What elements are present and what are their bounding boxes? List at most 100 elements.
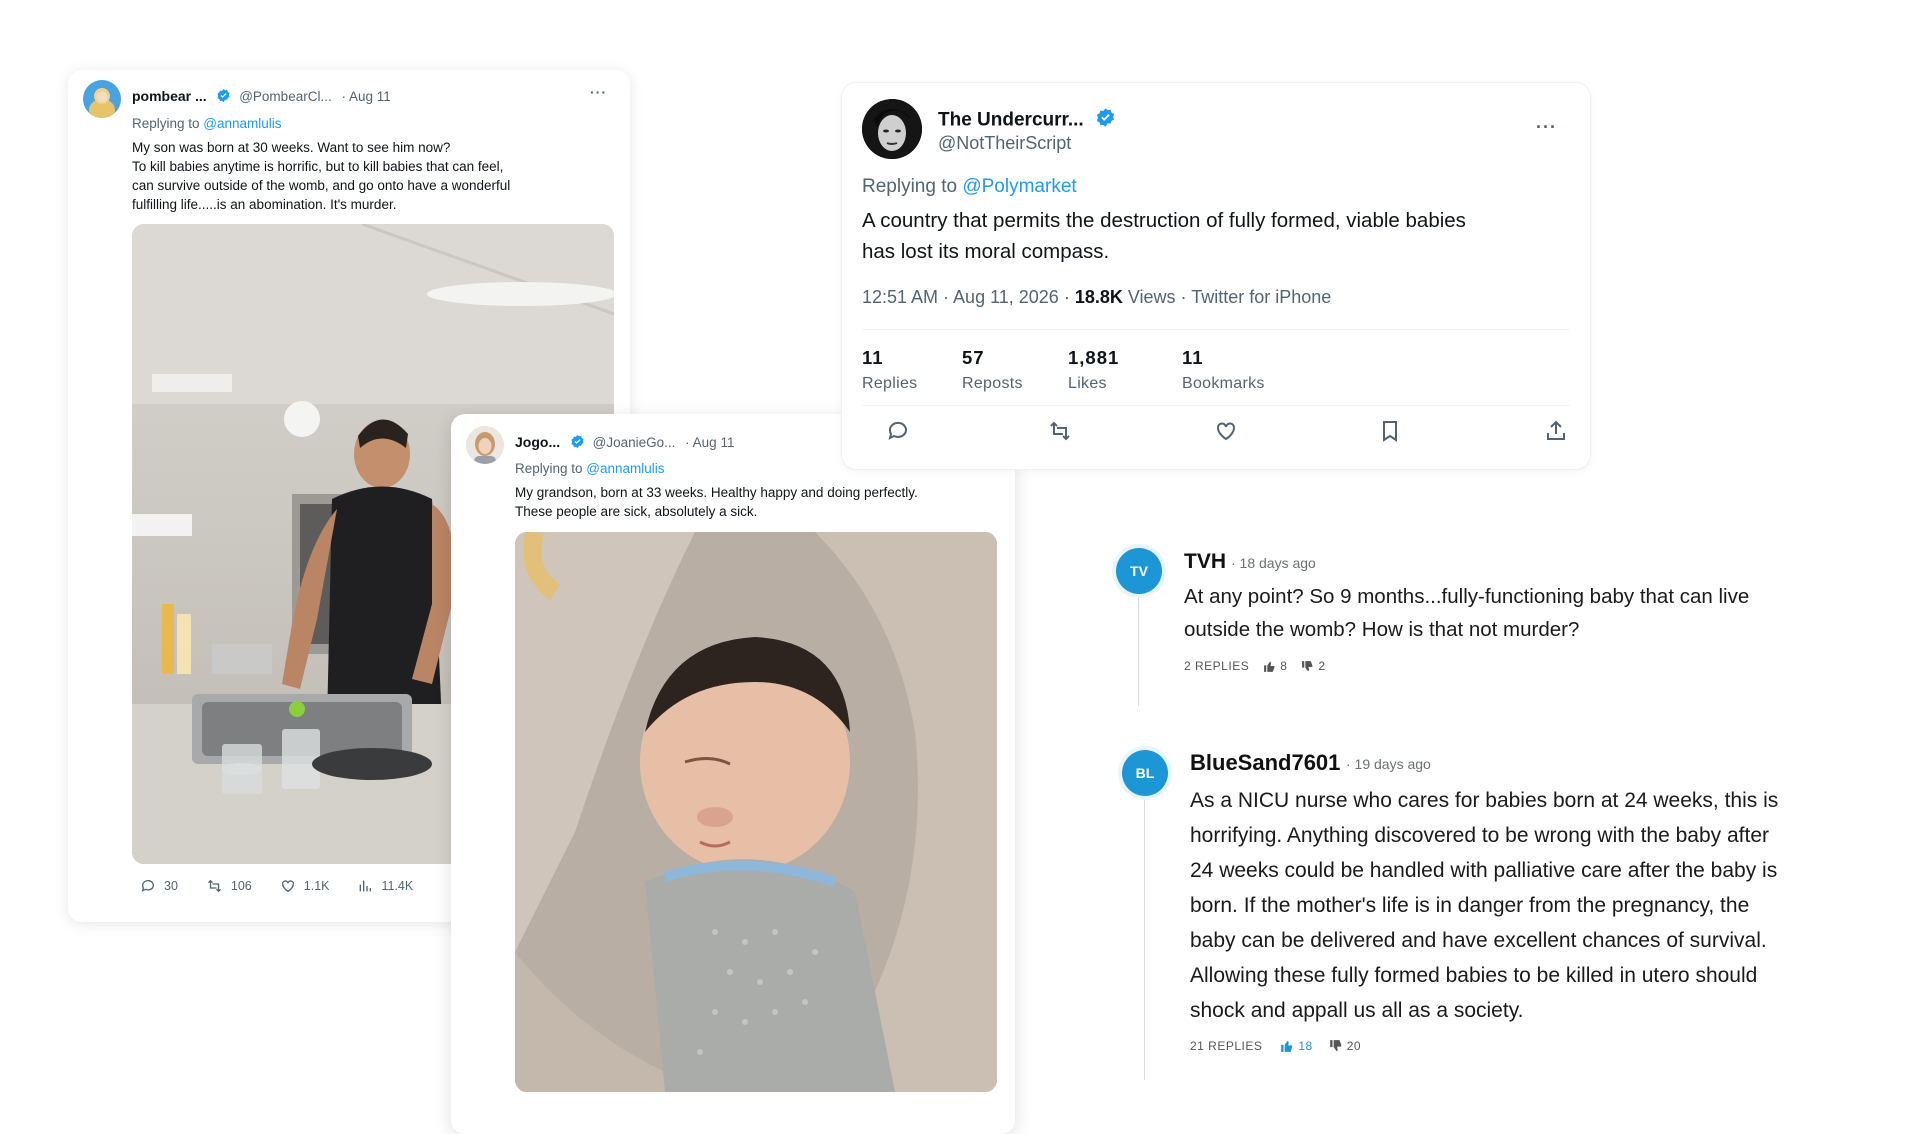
- text-line: At any point? So 9 months...fully-functi…: [1184, 585, 1750, 608]
- commenter-name[interactable]: TVH: [1184, 550, 1226, 574]
- tweet-text: My grandson, born at 33 weeks. Healthy h…: [515, 483, 995, 521]
- views-count: 18.8K: [1074, 287, 1123, 307]
- stat-number: 11: [862, 347, 884, 368]
- text-line: fulfilling life.....is an abomination. I…: [132, 197, 397, 212]
- downvote-count: 2: [1318, 659, 1326, 673]
- repost-count: 106: [230, 879, 252, 893]
- avatar-undercurrent[interactable]: [862, 99, 922, 159]
- heart-icon: [281, 880, 294, 893]
- bookmark-icon[interactable]: [1378, 419, 1402, 448]
- avatar-pombear[interactable]: [83, 80, 121, 118]
- replies-link[interactable]: 2 REPLIES: [1184, 659, 1249, 673]
- tweet-text: My son was born at 30 weeks. Want to see…: [132, 138, 602, 214]
- author-handle[interactable]: @NotTheirScript: [938, 133, 1071, 154]
- reply-icon[interactable]: [886, 419, 910, 448]
- stat-likes[interactable]: 1,881 Likes: [1068, 347, 1119, 393]
- tweet-date: · Aug 11: [341, 89, 391, 104]
- text-line: These people are sick, absolutely a sick…: [515, 504, 758, 519]
- replying-label: Replying to: [132, 116, 204, 131]
- thumbs-down-icon: [1302, 660, 1313, 671]
- text-line: can survive outside of the womb, and go …: [132, 178, 511, 193]
- text-line: born. If the mother's life is in danger …: [1190, 894, 1750, 917]
- commenter-name[interactable]: BlueSand7601: [1190, 750, 1340, 776]
- downvote-button[interactable]: 2: [1301, 659, 1325, 673]
- thumbs-up-icon: [1281, 1040, 1293, 1052]
- downvote-count: 20: [1346, 1039, 1362, 1053]
- upvote-button[interactable]: 18: [1280, 1039, 1312, 1053]
- stat-reposts[interactable]: 57 Reposts: [962, 347, 1023, 393]
- tweet-date: · Aug 11: [685, 435, 735, 450]
- replying-label: Replying to: [862, 176, 963, 197]
- avatar-bluesand[interactable]: BL: [1122, 750, 1168, 796]
- views-button[interactable]: 11.4K: [357, 878, 413, 894]
- text-line: horrifying. Anything discovered to be wr…: [1190, 824, 1769, 847]
- stat-number: 11: [1182, 347, 1204, 368]
- comment-text: At any point? So 9 months...fully-functi…: [1184, 580, 1804, 646]
- author-handle[interactable]: @PombearCl...: [239, 89, 331, 104]
- text-line: To kill babies anytime is horrific, but …: [132, 159, 504, 174]
- like-button[interactable]: 1.1K: [280, 878, 330, 894]
- stat-bookmarks[interactable]: 11 Bookmarks: [1182, 347, 1265, 393]
- tweet-timestamp[interactable]: 12:51 AM · Aug 11, 2026 ·: [862, 287, 1075, 307]
- replying-to-link[interactable]: @annamlulis: [203, 116, 281, 131]
- comment-time: · 18 days ago: [1231, 555, 1316, 571]
- text-line: 24 weeks could be handled with palliativ…: [1190, 859, 1778, 882]
- tweet-photo-sleeping-baby[interactable]: [515, 532, 997, 1092]
- stat-replies[interactable]: 11 Replies: [862, 347, 917, 393]
- stat-label: Reposts: [962, 375, 1023, 392]
- text-line: My grandson, born at 33 weeks. Healthy h…: [515, 485, 918, 500]
- author-name[interactable]: Jogo...: [515, 434, 560, 450]
- views-chart-icon: [360, 880, 372, 892]
- replies-link[interactable]: 21 REPLIES: [1190, 1039, 1262, 1053]
- replying-to-link[interactable]: @annamlulis: [586, 461, 664, 476]
- text-line: outside the womb? How is that not murder…: [1184, 618, 1580, 641]
- text-line: My son was born at 30 weeks. Want to see…: [132, 140, 451, 155]
- comment-meta: 2 REPLIES 8 2: [1184, 659, 1326, 673]
- text-line: shock and appall us all as a society.: [1190, 999, 1524, 1022]
- heart-icon[interactable]: [1214, 419, 1238, 448]
- more-options-icon[interactable]: ···: [1536, 117, 1557, 138]
- comment-text: As a NICU nurse who cares for babies bor…: [1190, 783, 1830, 1028]
- repost-icon: [207, 879, 221, 893]
- author-handle[interactable]: @JoanieGo...: [593, 435, 676, 450]
- reply-count: 30: [164, 879, 178, 893]
- comment-time: · 19 days ago: [1346, 756, 1431, 772]
- avatar-initials: BL: [1135, 765, 1155, 781]
- text-line: has lost its moral compass.: [862, 240, 1110, 263]
- repost-button[interactable]: 106: [206, 878, 252, 894]
- reply-button[interactable]: 30: [140, 878, 178, 894]
- divider: [862, 329, 1570, 330]
- reply-icon: [141, 880, 154, 892]
- like-count: 1.1K: [303, 879, 330, 893]
- text-line: A country that permits the destruction o…: [862, 209, 1466, 232]
- downvote-button[interactable]: 20: [1329, 1039, 1361, 1053]
- text-line: As a NICU nurse who cares for babies bor…: [1190, 789, 1779, 812]
- author-name[interactable]: The Undercurr...: [938, 110, 1084, 131]
- stat-label: Bookmarks: [1182, 375, 1265, 392]
- comment-meta: 21 REPLIES 18 20: [1190, 1039, 1361, 1053]
- author-name[interactable]: pombear ...: [132, 88, 207, 104]
- replying-to-link[interactable]: @Polymarket: [962, 176, 1076, 197]
- avatar-jogo[interactable]: [466, 426, 504, 464]
- verified-badge-icon: [570, 434, 585, 452]
- tweet-card-undercurrent: The Undercurr... @NotTheirScript ··· Rep…: [842, 83, 1590, 469]
- avatar-tvh[interactable]: TV: [1116, 548, 1162, 594]
- divider: [862, 405, 1570, 406]
- share-icon[interactable]: [1544, 419, 1568, 448]
- thumbs-down-icon: [1329, 1040, 1341, 1052]
- text-line: baby can be delivered and have excellent…: [1190, 929, 1767, 952]
- more-options-icon[interactable]: ···: [590, 84, 607, 100]
- stat-number: 57: [962, 347, 985, 368]
- comment-thread-line: [1138, 588, 1139, 706]
- repost-icon[interactable]: [1048, 419, 1072, 448]
- avatar-initials: TV: [1130, 563, 1148, 579]
- view-count: 11.4K: [381, 879, 414, 893]
- upvote-button[interactable]: 8: [1263, 659, 1287, 673]
- replying-label: Replying to: [515, 461, 587, 476]
- stat-label: Likes: [1068, 375, 1107, 392]
- verified-badge-icon: [1095, 107, 1116, 134]
- upvote-count: 8: [1280, 659, 1288, 673]
- tweet-card-jogo: Jogo... @JoanieGo... · Aug 11 ··· Replyi…: [451, 414, 1015, 1134]
- text-line: Allowing these fully formed babies to be…: [1190, 964, 1758, 987]
- tweet-text: A country that permits the destruction o…: [862, 205, 1562, 267]
